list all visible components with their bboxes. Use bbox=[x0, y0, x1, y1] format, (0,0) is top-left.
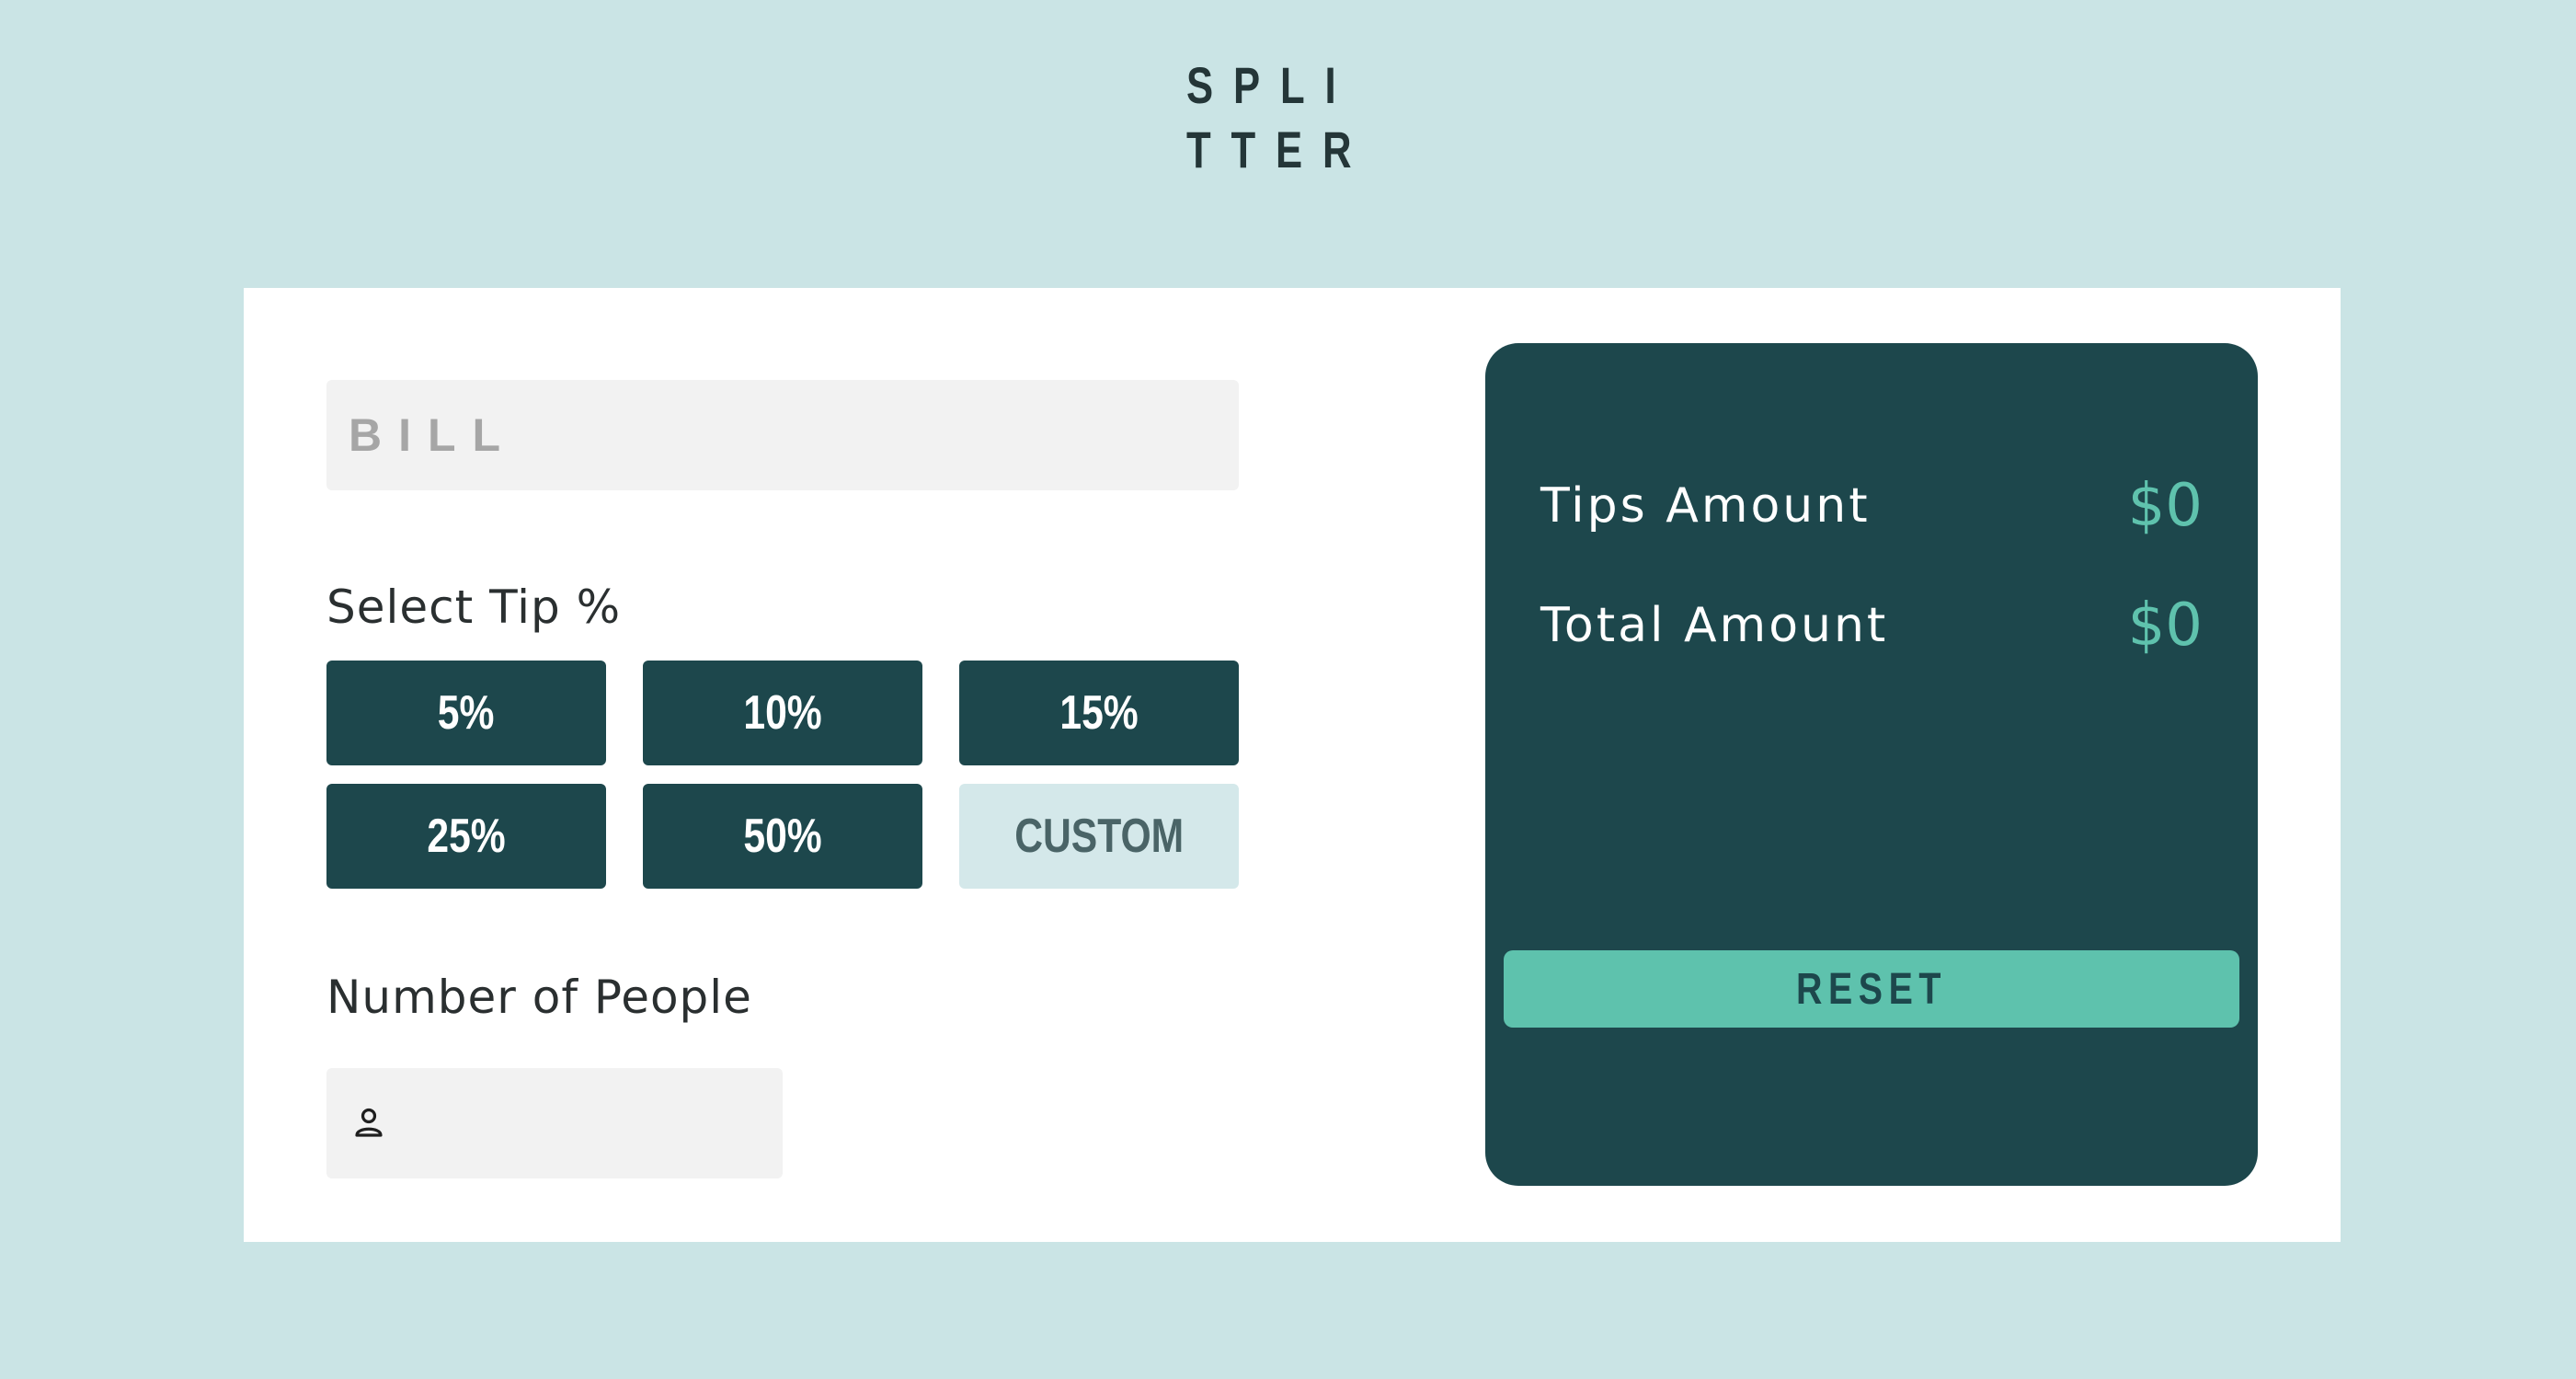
number-of-people-label: Number of People bbox=[326, 971, 752, 1024]
logo-line-2: TTER bbox=[1186, 121, 1372, 178]
tip-button-label: 50% bbox=[743, 810, 822, 863]
total-amount-value: $0 bbox=[2127, 592, 2203, 660]
tip-button-label: 15% bbox=[1059, 686, 1139, 740]
tips-amount-label: Tips Amount bbox=[1540, 478, 1871, 534]
tip-button-label: 10% bbox=[743, 686, 822, 740]
app-logo: SPLI TTER bbox=[1186, 53, 1372, 182]
custom-tip-label: CUSTOM bbox=[1013, 810, 1184, 863]
person-icon bbox=[350, 1105, 387, 1142]
tips-amount-value: $0 bbox=[2127, 472, 2203, 540]
tip-button-10[interactable]: 10% bbox=[643, 661, 922, 765]
tip-options: 5% 10% 15% 25% 50% CUSTOM bbox=[326, 661, 1239, 889]
results-panel: Tips Amount $0 Total Amount $0 RESET bbox=[1485, 343, 2258, 1186]
tip-button-5[interactable]: 5% bbox=[326, 661, 606, 765]
tip-button-50[interactable]: 50% bbox=[643, 784, 922, 889]
calculator-card: Select Tip % 5% 10% 15% 25% 50% CUSTOM N… bbox=[244, 288, 2341, 1242]
tip-button-label: 5% bbox=[438, 686, 495, 740]
bill-input[interactable] bbox=[326, 380, 1239, 490]
tip-button-25[interactable]: 25% bbox=[326, 784, 606, 889]
tips-amount-row: Tips Amount $0 bbox=[1540, 472, 2203, 540]
tip-button-15[interactable]: 15% bbox=[959, 661, 1239, 765]
total-amount-label: Total Amount bbox=[1540, 598, 1889, 653]
tip-button-label: 25% bbox=[427, 810, 506, 863]
select-tip-label: Select Tip % bbox=[326, 580, 622, 634]
custom-tip-button[interactable]: CUSTOM bbox=[959, 784, 1239, 889]
people-field[interactable] bbox=[326, 1067, 864, 1179]
reset-button-label: RESET bbox=[1795, 964, 1948, 1014]
total-amount-row: Total Amount $0 bbox=[1540, 592, 2203, 660]
logo-line-1: SPLI bbox=[1186, 56, 1357, 114]
reset-button[interactable]: RESET bbox=[1504, 950, 2239, 1028]
people-input[interactable] bbox=[387, 1067, 864, 1179]
